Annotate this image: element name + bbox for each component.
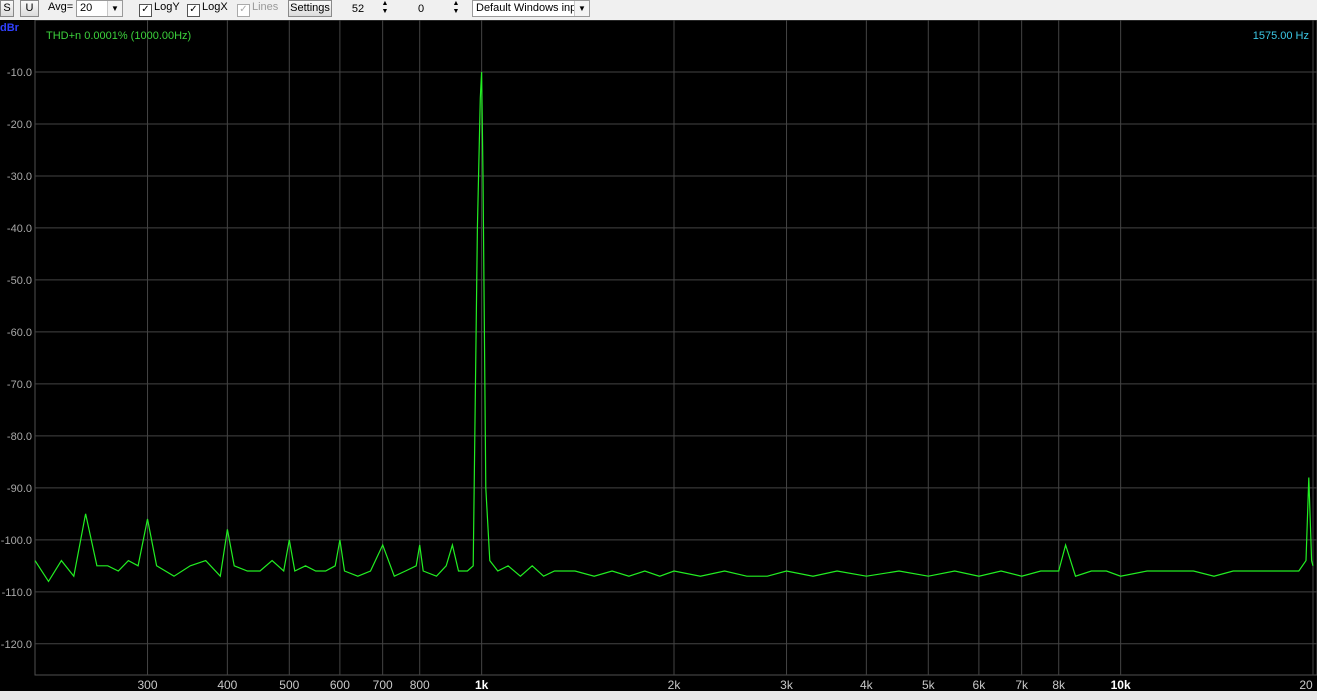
y-tick-label: -60.0 [7, 327, 32, 339]
y-tick-label: -90.0 [7, 483, 32, 495]
spectrum-chart: -10.0 -20.0 -30.0 -40.0 -50.0 -60.0 -70.0 -80.0… [0, 20, 1317, 691]
y-tick-label: -70.0 [7, 379, 32, 391]
y-tick-label: -110.0 [2, 587, 32, 599]
input-device-select[interactable]: Default Windows inp ▼ [472, 0, 590, 17]
taskbar-strip [0, 691, 1317, 700]
s-button[interactable]: S [0, 0, 14, 17]
input-device-value: Default Windows inp [476, 2, 577, 14]
check-icon: ✓ [187, 4, 200, 17]
x-tick-label: 800 [410, 678, 430, 691]
y-tick-label: -120.0 [1, 639, 32, 651]
cursor-frequency-readout: 1575.00 Hz [1253, 30, 1309, 42]
spin1-value[interactable]: 52 [340, 2, 376, 19]
x-tick-label: 3k [780, 678, 794, 691]
x-tick-label: 7k [1015, 678, 1029, 691]
check-icon: ✓ [237, 4, 250, 17]
x-tick-label: 600 [330, 678, 350, 691]
x-tick-label: 20 [1299, 678, 1313, 691]
y-axis-ticks: -10.0 -20.0 -30.0 -40.0 -50.0 -60.0 -70.0 -80.0… [1, 67, 32, 651]
thd-readout: THD+n 0.0001% (1000.00Hz) [46, 30, 191, 42]
avg-select[interactable]: 20 ▼ [76, 0, 123, 17]
chevron-down-icon: ▼ [107, 1, 122, 16]
x-axis-ticks: 300 400 500 600 700 800 1k 2k 3k 4k 5k 6k 7k 8k 10k 20 [138, 678, 1313, 691]
x-tick-label: 300 [138, 678, 158, 691]
y-tick-label: -20.0 [7, 119, 32, 131]
x-tick-label: 8k [1052, 678, 1066, 691]
x-tick-label: 5k [922, 678, 936, 691]
settings-button[interactable]: Settings [288, 0, 332, 17]
x-tick-label: 400 [217, 678, 237, 691]
y-tick-label: -30.0 [7, 171, 32, 183]
lines-checkbox[interactable]: ✓ Lines [237, 0, 278, 17]
logx-checkbox[interactable]: ✓ LogX [187, 0, 228, 17]
toolbar: S U Avg= 20 ▼ ✓ LogY ✓ LogX ✓ Lines Setting… [0, 0, 1317, 20]
spin2-value[interactable]: 0 [403, 2, 439, 19]
unit-label: dBr [0, 22, 20, 34]
avg-label: Avg= [48, 1, 74, 13]
spin2-updown-icon[interactable]: ▲ ▼ [449, 0, 463, 17]
y-tick-label: -40.0 [7, 223, 32, 235]
x-tick-label: 1k [475, 678, 489, 691]
check-icon: ✓ [139, 4, 152, 17]
x-tick-label: 4k [860, 678, 874, 691]
y-tick-label: -100.0 [1, 535, 32, 547]
spin1-updown-icon[interactable]: ▲ ▼ [378, 0, 392, 17]
x-tick-label: 10k [1111, 678, 1131, 691]
chevron-down-icon: ▼ [574, 1, 589, 16]
logy-label: LogY [154, 1, 180, 13]
x-tick-label: 2k [668, 678, 682, 691]
x-tick-label: 6k [973, 678, 987, 691]
lines-label: Lines [252, 1, 279, 13]
u-button[interactable]: U [20, 0, 39, 17]
logy-checkbox[interactable]: ✓ LogY [139, 0, 180, 17]
app-window: S U Avg= 20 ▼ ✓ LogY ✓ LogX ✓ Lines Setting… [0, 0, 1317, 700]
y-tick-label: -80.0 [7, 431, 32, 443]
logx-label: LogX [202, 1, 228, 13]
x-tick-label: 500 [279, 678, 299, 691]
avg-select-value: 20 [80, 2, 93, 14]
y-tick-label: -50.0 [7, 275, 32, 287]
y-tick-label: -10.0 [7, 67, 32, 79]
x-tick-label: 700 [373, 678, 393, 691]
spectrum-plot[interactable]: -10.0 -20.0 -30.0 -40.0 -50.0 -60.0 -70.0 -80.0… [0, 20, 1317, 700]
